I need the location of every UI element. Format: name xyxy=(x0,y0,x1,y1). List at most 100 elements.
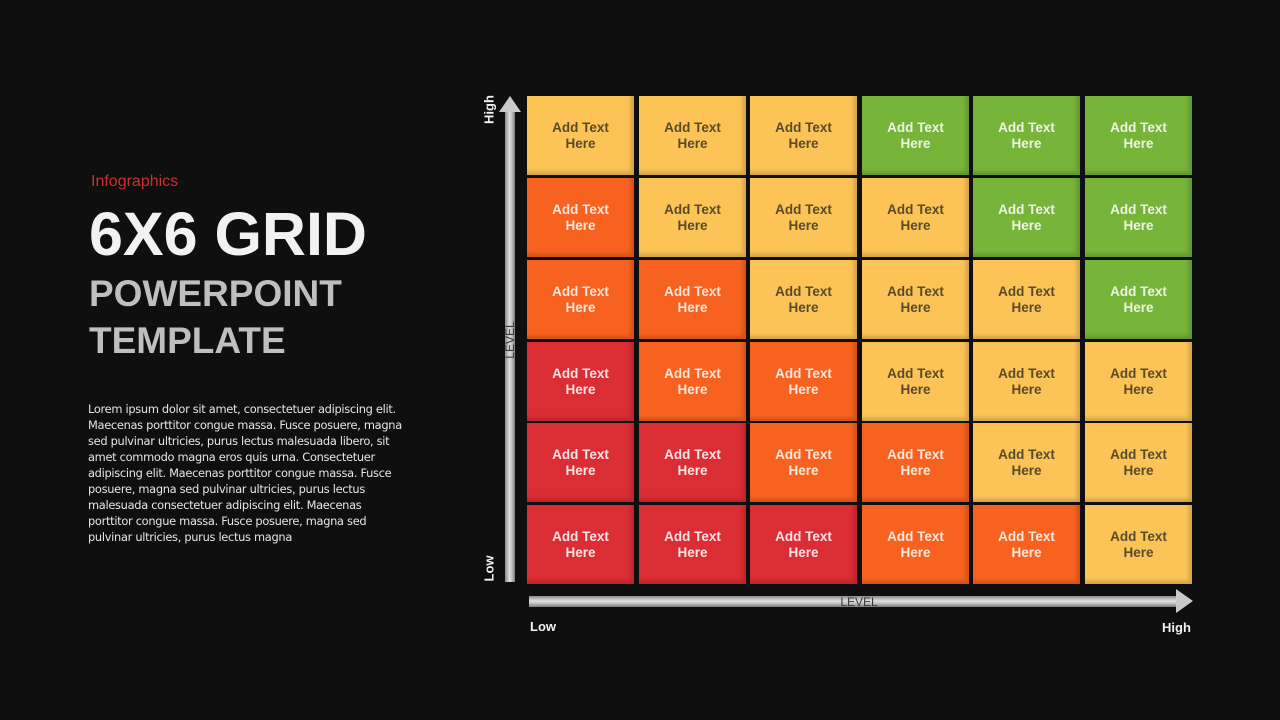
grid-cell-text-line-2: Here xyxy=(1123,135,1154,151)
grid-cell-r6-c4[interactable]: Add Text Here xyxy=(862,505,969,584)
grid-cell-r2-c4[interactable]: Add Text Here xyxy=(862,178,969,257)
grid-cell-r6-c3[interactable]: Add Text Here xyxy=(750,505,857,584)
grid-cell-r4-c6[interactable]: Add Text Here xyxy=(1085,342,1192,421)
grid-cell-text: Add Text Here xyxy=(552,529,609,561)
grid-cell-text-line-2: Here xyxy=(1011,299,1042,315)
grid-cell-r3-c3[interactable]: Add Text Here xyxy=(750,260,857,339)
grid-cell-text-line-2: Here xyxy=(565,462,596,478)
grid-cell-r2-c5[interactable]: Add Text Here xyxy=(973,178,1080,257)
grid-cell-text-line-1: Add Text xyxy=(775,201,832,217)
grid-cell-r5-c2[interactable]: Add Text Here xyxy=(639,423,746,502)
grid-cell-text-line-1: Add Text xyxy=(775,446,832,462)
grid-cell-r1-c3[interactable]: Add Text Here xyxy=(750,96,857,175)
grid-cell-text-line-1: Add Text xyxy=(887,528,944,544)
grid-cell-r4-c2[interactable]: Add Text Here xyxy=(639,342,746,421)
grid-cell-text: Add Text Here xyxy=(887,366,944,398)
grid-cell-text-line-2: Here xyxy=(788,381,819,397)
grid-cell-text-line-2: Here xyxy=(1011,462,1042,478)
grid-cell-text-line-1: Add Text xyxy=(998,119,1055,135)
grid-cell-text-line-2: Here xyxy=(677,544,708,560)
grid-cell-text: Add Text Here xyxy=(998,202,1055,234)
grid-cell-r1-c5[interactable]: Add Text Here xyxy=(973,96,1080,175)
grid-cell-text: Add Text Here xyxy=(1110,529,1167,561)
grid-cell-r5-c5[interactable]: Add Text Here xyxy=(973,423,1080,502)
grid-cell-r2-c2[interactable]: Add Text Here xyxy=(639,178,746,257)
grid-cell-r4-c5[interactable]: Add Text Here xyxy=(973,342,1080,421)
grid-cell-text-line-1: Add Text xyxy=(664,528,721,544)
grid-cell-text-line-2: Here xyxy=(900,462,931,478)
grid-cell-text-line-2: Here xyxy=(677,299,708,315)
grid-cell-r5-c3[interactable]: Add Text Here xyxy=(750,423,857,502)
grid-cell-text-line-1: Add Text xyxy=(998,446,1055,462)
grid-cell-text-line-2: Here xyxy=(788,462,819,478)
grid-cell-text: Add Text Here xyxy=(998,447,1055,479)
grid-cell-r2-c1[interactable]: Add Text Here xyxy=(527,178,634,257)
grid-cell-text: Add Text Here xyxy=(775,366,832,398)
grid-cell-text-line-1: Add Text xyxy=(998,283,1055,299)
grid-cell-text-line-2: Here xyxy=(1123,462,1154,478)
grid-cell-text: Add Text Here xyxy=(552,202,609,234)
grid-cell-text: Add Text Here xyxy=(887,529,944,561)
grid-cell-text: Add Text Here xyxy=(887,447,944,479)
grid-cell-text: Add Text Here xyxy=(664,447,721,479)
grid-cell-r3-c5[interactable]: Add Text Here xyxy=(973,260,1080,339)
grid-cell-text: Add Text Here xyxy=(775,284,832,316)
grid-cell-r4-c1[interactable]: Add Text Here xyxy=(527,342,634,421)
grid-cell-text-line-1: Add Text xyxy=(664,365,721,381)
grid-cell-r6-c2[interactable]: Add Text Here xyxy=(639,505,746,584)
grid-cell-text-line-1: Add Text xyxy=(887,119,944,135)
grid-cell-r6-c5[interactable]: Add Text Here xyxy=(973,505,1080,584)
grid-cell-text-line-2: Here xyxy=(677,217,708,233)
grid-cell-text: Add Text Here xyxy=(887,284,944,316)
grid-cell-r2-c3[interactable]: Add Text Here xyxy=(750,178,857,257)
grid-cell-text-line-2: Here xyxy=(1123,217,1154,233)
y-axis-high-label: High xyxy=(481,95,497,124)
grid-cell-text-line-1: Add Text xyxy=(1110,119,1167,135)
grid-cell-text-line-2: Here xyxy=(1123,381,1154,397)
grid-cell-r3-c6[interactable]: Add Text Here xyxy=(1085,260,1192,339)
y-axis-low-label: Low xyxy=(481,555,497,582)
grid-cell-text: Add Text Here xyxy=(775,120,832,152)
grid-cell-r1-c4[interactable]: Add Text Here xyxy=(862,96,969,175)
x-axis-title: LEVEL xyxy=(840,595,878,609)
grid-cell-text-line-1: Add Text xyxy=(775,365,832,381)
grid-cell-r3-c4[interactable]: Add Text Here xyxy=(862,260,969,339)
grid-cell-text-line-2: Here xyxy=(900,217,931,233)
grid-cell-text: Add Text Here xyxy=(1110,120,1167,152)
grid-cell-r1-c1[interactable]: Add Text Here xyxy=(527,96,634,175)
grid-cell-r5-c6[interactable]: Add Text Here xyxy=(1085,423,1192,502)
grid-cell-text-line-1: Add Text xyxy=(1110,528,1167,544)
grid-cell-text-line-1: Add Text xyxy=(552,528,609,544)
grid-cell-r5-c4[interactable]: Add Text Here xyxy=(862,423,969,502)
grid-cell-r6-c1[interactable]: Add Text Here xyxy=(527,505,634,584)
grid-cell-r3-c2[interactable]: Add Text Here xyxy=(639,260,746,339)
grid-cell-r4-c4[interactable]: Add Text Here xyxy=(862,342,969,421)
grid-cell-text: Add Text Here xyxy=(998,120,1055,152)
grid-cell-text: Add Text Here xyxy=(552,284,609,316)
grid-cell-text-line-2: Here xyxy=(677,462,708,478)
grid-cell-text-line-2: Here xyxy=(900,135,931,151)
arrow-right-icon xyxy=(1176,589,1193,613)
grid-cell-text-line-1: Add Text xyxy=(998,528,1055,544)
grid-cell-r1-c2[interactable]: Add Text Here xyxy=(639,96,746,175)
arrow-up-icon xyxy=(499,96,521,112)
grid-cell-text-line-1: Add Text xyxy=(887,201,944,217)
grid-cell-text-line-2: Here xyxy=(565,381,596,397)
page-subtitle: POWERPOINT TEMPLATE xyxy=(89,270,409,364)
subtitle-line-1: POWERPOINT xyxy=(89,273,342,314)
grid-cell-text-line-1: Add Text xyxy=(1110,365,1167,381)
grid-cell-r5-c1[interactable]: Add Text Here xyxy=(527,423,634,502)
grid-cell-r4-c3[interactable]: Add Text Here xyxy=(750,342,857,421)
grid-cell-text-line-1: Add Text xyxy=(1110,201,1167,217)
grid-cell-r3-c1[interactable]: Add Text Here xyxy=(527,260,634,339)
grid-cell-text-line-2: Here xyxy=(900,299,931,315)
grid-cell-text-line-1: Add Text xyxy=(664,446,721,462)
grid-cell-text-line-1: Add Text xyxy=(998,201,1055,217)
grid-cell-text-line-2: Here xyxy=(1123,544,1154,560)
grid-cell-r2-c6[interactable]: Add Text Here xyxy=(1085,178,1192,257)
grid-cell-r1-c6[interactable]: Add Text Here xyxy=(1085,96,1192,175)
grid-cell-text: Add Text Here xyxy=(998,529,1055,561)
grid-cell-text-line-1: Add Text xyxy=(887,283,944,299)
grid-cell-text-line-1: Add Text xyxy=(887,365,944,381)
grid-cell-r6-c6[interactable]: Add Text Here xyxy=(1085,505,1192,584)
